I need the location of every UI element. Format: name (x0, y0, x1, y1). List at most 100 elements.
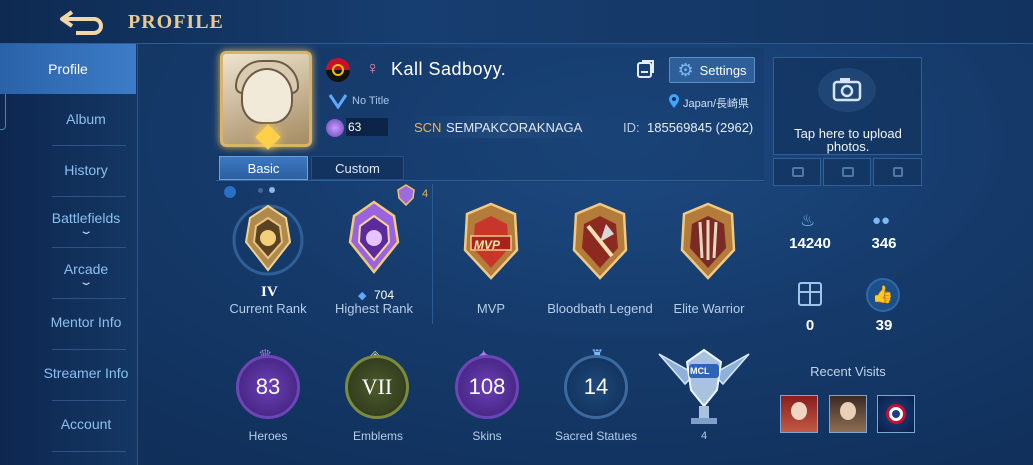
camera-icon (818, 68, 876, 112)
divider (52, 247, 126, 248)
current-rank-roman: IV (261, 284, 278, 300)
highest-rank-medal-icon[interactable] (334, 196, 414, 285)
gifts-count: 0 (805, 317, 815, 334)
highest-rank-label: Highest Rank (334, 301, 414, 316)
camera-icon (842, 167, 854, 177)
emblems-stat[interactable]: VII (345, 355, 409, 419)
tab-label: Custom (335, 160, 380, 176)
avatar-gem-icon (255, 124, 281, 150)
followers-icon: ●● (872, 212, 891, 229)
chevron-down-icon: ⌄ (78, 226, 94, 237)
avatar-face (241, 68, 293, 124)
player-location: Japan/長崎県 (683, 98, 750, 110)
settings-label: Settings (699, 62, 747, 78)
sidebar-item-label: Profile (48, 61, 88, 77)
settings-button[interactable]: ⚙ Settings (669, 57, 755, 83)
gift-icon[interactable] (798, 282, 822, 306)
recent-visits-label: Recent Visits (810, 364, 886, 379)
top-bar: PROFILE (0, 0, 1033, 44)
player-name: Kall Sadboyy. (391, 59, 507, 79)
recent-visitor-avatar[interactable] (780, 395, 818, 433)
elite-warrior-label: Elite Warrior (673, 301, 745, 316)
sidebar-item-streamer-info[interactable]: Streamer Info (36, 348, 136, 398)
highest-rank-points: 704 (374, 288, 395, 302)
sidebar-item-battlefields[interactable]: Battlefields ⌄ (36, 198, 136, 248)
avatar[interactable] (220, 51, 312, 150)
elite-warrior-medal-icon[interactable] (668, 200, 748, 289)
divider (52, 196, 126, 197)
mvp-medal-text: MVP (474, 238, 501, 252)
gender-female-icon: ♀ (366, 58, 380, 78)
skins-count: 108 (468, 374, 506, 399)
tab-label: Basic (247, 160, 280, 176)
squad-name[interactable]: SEMPAKCORAKNAGA (446, 120, 582, 135)
photo-slot-1[interactable] (773, 158, 821, 186)
sacred-statues-stat[interactable]: 14 (564, 355, 628, 419)
divider (216, 180, 764, 181)
flag-icon (326, 58, 350, 82)
popularity-count: 14240 (789, 235, 831, 252)
heroes-stat[interactable]: 83 (236, 355, 300, 419)
sidebar-item-arcade[interactable]: Arcade ⌄ (36, 249, 136, 299)
emblems-count: VII (361, 374, 393, 399)
sacred-statues-label: Sacred Statues (554, 429, 638, 443)
gear-icon: ⚙ (677, 59, 694, 80)
pager-dot-active (269, 187, 275, 193)
page-title: PROFILE (128, 11, 224, 33)
followers-count: 346 (871, 235, 897, 252)
camera-icon (792, 167, 804, 177)
card-icon[interactable] (636, 59, 656, 79)
bloodbath-legend-medal-icon[interactable] (560, 200, 640, 289)
heroes-count: 83 (255, 374, 281, 399)
mvp-label: MVP (476, 301, 506, 316)
sidebar-item-profile[interactable]: Profile (0, 44, 136, 94)
sidebar-item-label: Battlefields (51, 210, 121, 226)
sidebar-item-album[interactable]: Album (36, 94, 136, 144)
recent-visitor-avatar[interactable] (829, 395, 867, 433)
id-label: ID: (623, 120, 640, 135)
back-arrow-icon[interactable] (56, 6, 108, 36)
title-icon (328, 93, 348, 114)
sidebar-item-label: Mentor Info (50, 314, 122, 330)
player-title: No Title (352, 95, 390, 107)
upload-photos-text[interactable]: Tap here to upload photos. (780, 127, 916, 153)
current-rank-label: Current Rank (229, 301, 307, 316)
recent-visitor-avatar[interactable] (877, 395, 915, 433)
photo-slot-3[interactable] (873, 158, 922, 186)
sidebar-item-label: Arcade (63, 261, 109, 277)
player-id[interactable]: 185569845 (2962) (647, 120, 753, 135)
skins-label: Skins (472, 429, 502, 443)
sidebar-item-account[interactable]: Account (36, 399, 136, 449)
sidebar-item-label: History (64, 162, 108, 178)
level-icon (326, 119, 344, 137)
sidebar-item-label: Account (60, 416, 112, 432)
sacred-statues-count: 14 (583, 374, 609, 399)
heroes-label: Heroes (248, 429, 288, 443)
sidebar-item-label: Streamer Info (43, 365, 129, 381)
mcl-badge-text: MCL (690, 366, 710, 376)
chevron-down-icon: ⌄ (78, 277, 94, 288)
bloodbath-legend-label: Bloodbath Legend (547, 301, 653, 316)
location-pin-icon (668, 93, 680, 114)
sidebar-item-history[interactable]: History (36, 145, 136, 195)
highest-rank-badge-count: 4 (422, 188, 429, 200)
mcl-trophy-icon[interactable] (655, 344, 753, 435)
emblems-label: Emblems (352, 429, 403, 443)
sidebar-item-label: Album (66, 111, 106, 127)
popularity-flame-icon: ♨ (800, 211, 816, 230)
mcl-count: 4 (700, 430, 708, 442)
player-level: 63 (346, 118, 388, 136)
tab-basic[interactable]: Basic (219, 156, 308, 180)
sidebar-item-mentor-info[interactable]: Mentor Info (36, 297, 136, 347)
divider (52, 451, 126, 452)
like-thumb-icon[interactable]: 👍 (866, 278, 900, 312)
lock-icon (893, 167, 903, 177)
squad-tag: SCN (414, 120, 442, 135)
photo-slot-2[interactable] (823, 158, 871, 186)
current-rank-medal-icon[interactable] (228, 196, 308, 285)
likes-count: 39 (875, 317, 893, 334)
tab-custom[interactable]: Custom (311, 156, 404, 180)
pager-dot (258, 188, 263, 193)
skins-stat[interactable]: 108 (455, 355, 519, 419)
divider (432, 184, 433, 324)
